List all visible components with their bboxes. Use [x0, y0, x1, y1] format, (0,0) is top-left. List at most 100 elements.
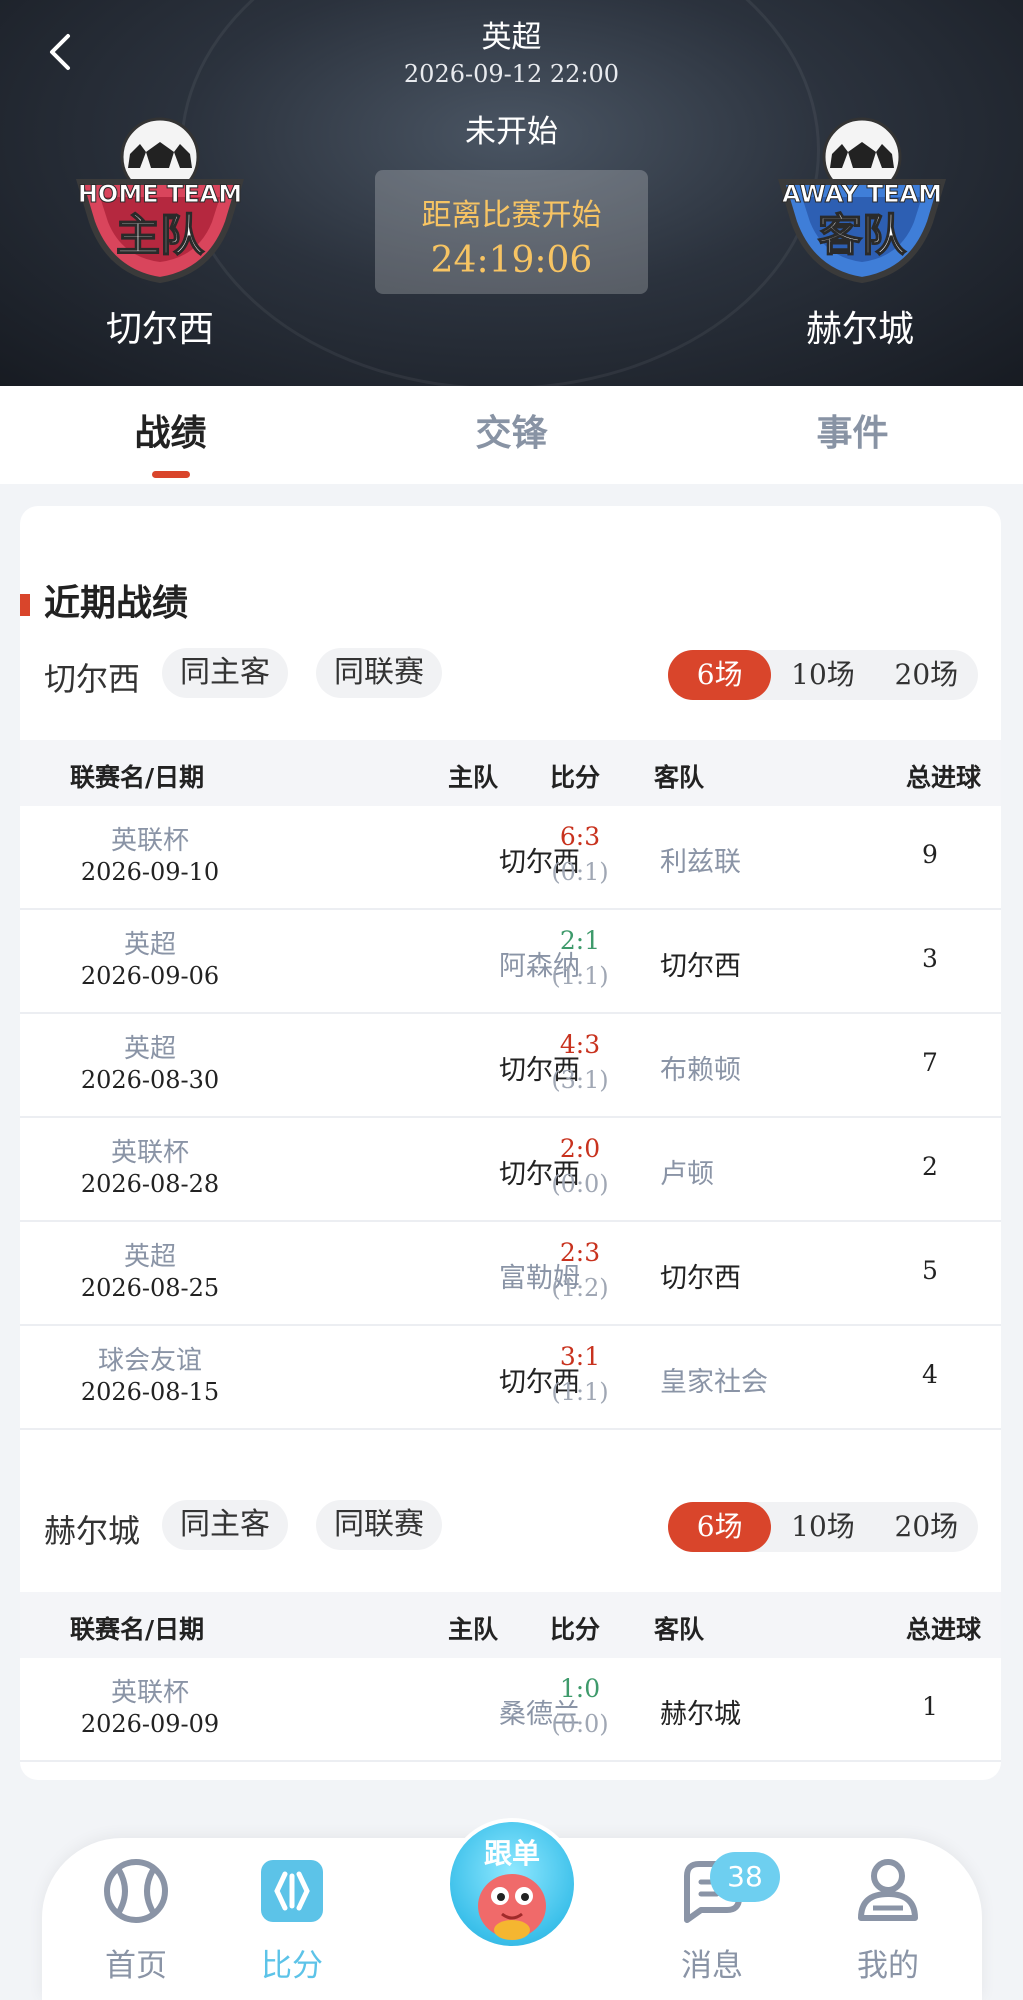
- row-halftime: (0:0): [551, 1170, 609, 1198]
- away-count-20[interactable]: 20场: [875, 1502, 978, 1552]
- col-total-goals: 总进球: [906, 763, 982, 792]
- row-league: 英联杯: [110, 1138, 189, 1168]
- row-score: 2:0: [559, 1134, 601, 1163]
- nav-score[interactable]: 比分: [222, 1856, 362, 1985]
- tab-head-to-head[interactable]: 交锋: [341, 386, 682, 484]
- row-league: 英联杯: [110, 1678, 189, 1708]
- table-row[interactable]: 英联杯 2026-09-10 切尔西 6:3 (0:1) 利兹联 9: [20, 806, 1001, 910]
- col-league-date: 联赛名/日期: [70, 1615, 205, 1644]
- row-away-team: 利兹联: [660, 847, 741, 878]
- away-count-10[interactable]: 10场: [771, 1502, 874, 1552]
- row-halftime: (0:0): [551, 1710, 609, 1738]
- away-filter-team: 赫尔城: [44, 1512, 141, 1550]
- row-score: 1:0: [559, 1674, 601, 1703]
- away-count-6[interactable]: 6场: [668, 1502, 772, 1552]
- row-score: 6:3: [559, 822, 601, 851]
- countdown-label: 距离比赛开始: [421, 198, 602, 233]
- home-count-10[interactable]: 10场: [771, 650, 874, 700]
- row-away-team: 赫尔城: [660, 1699, 741, 1730]
- row-halftime: (1:2): [551, 1274, 609, 1302]
- row-away-team: 切尔西: [660, 951, 741, 982]
- bottom-nav: 首页 比分 跟单 消息 38 我的: [42, 1818, 982, 2000]
- table-row[interactable]: 英联杯 2026-09-09 桑德兰 1:0 (0:0) 赫尔城 1: [20, 1658, 1001, 1762]
- row-league: 英超: [123, 1034, 176, 1064]
- tab-head-to-head-label: 交锋: [475, 413, 548, 454]
- row-halftime: (1:1): [551, 1378, 609, 1406]
- countdown-box: 距离比赛开始 24:19:06: [375, 170, 648, 294]
- row-date: 2026-09-10: [80, 858, 220, 886]
- score-icon: [261, 1860, 323, 1922]
- row-date: 2026-08-25: [80, 1274, 220, 1302]
- row-away-team: 切尔西: [660, 1263, 741, 1294]
- col-total-goals: 总进球: [906, 1615, 982, 1644]
- row-total-goals: 9: [922, 840, 938, 869]
- col-score: 比分: [550, 1615, 601, 1644]
- countdown-time: 24:19:06: [430, 240, 593, 281]
- home-same-league-filter[interactable]: 同联赛: [316, 648, 442, 698]
- home-team-name[interactable]: 切尔西: [40, 300, 280, 352]
- col-score: 比分: [550, 763, 601, 792]
- row-league: 英联杯: [110, 826, 189, 856]
- match-datetime: 2026-09-12 22:00: [403, 60, 620, 88]
- away-same-league-filter[interactable]: 同联赛: [316, 1500, 442, 1550]
- table-row[interactable]: 英超 2026-09-06 阿森纳 2:1 (1:1) 切尔西 3: [20, 910, 1001, 1014]
- away-logo-text: AWAY TEAM: [782, 180, 942, 208]
- home-filter-team: 切尔西: [44, 660, 141, 698]
- row-halftime: (3:1): [551, 1066, 609, 1094]
- detail-tabs: 战绩 交锋 事件: [0, 386, 1023, 484]
- nav-messages-label: 消息: [681, 1948, 743, 1984]
- home-same-venue-filter[interactable]: 同主客: [162, 648, 288, 698]
- table-row[interactable]: 英超 2026-08-25 富勒姆 2:3 (1:2) 切尔西 5: [20, 1222, 1001, 1326]
- home-logo-cn: 主队: [116, 210, 205, 261]
- nav-home[interactable]: 首页: [66, 1856, 206, 1985]
- away-team-name[interactable]: 赫尔城: [740, 300, 980, 352]
- row-date: 2026-09-06: [80, 962, 220, 990]
- row-score: 4:3: [559, 1030, 601, 1059]
- row-total-goals: 2: [922, 1152, 938, 1181]
- tab-record[interactable]: 战绩: [0, 386, 341, 484]
- home-count-20[interactable]: 20场: [875, 650, 978, 700]
- nav-mine[interactable]: 我的: [818, 1856, 958, 1985]
- row-date: 2026-08-30: [80, 1066, 220, 1094]
- row-total-goals: 3: [922, 944, 938, 973]
- tab-record-label: 战绩: [134, 413, 207, 454]
- nav-score-label: 比分: [261, 1948, 323, 1984]
- user-icon: [858, 1859, 918, 1921]
- away-logo-cn: 客队: [818, 210, 907, 261]
- row-total-goals: 4: [922, 1360, 938, 1389]
- col-home: 主队: [448, 763, 499, 792]
- row-total-goals: 7: [922, 1048, 938, 1077]
- row-halftime: (0:1): [551, 858, 609, 886]
- nav-mine-label: 我的: [857, 1948, 919, 1984]
- col-away: 客队: [654, 1615, 705, 1644]
- home-filter-row: 切尔西 同主客 同联赛 6场 10场 20场: [20, 648, 1001, 708]
- away-team-logo: AWAY TEAM 客队: [777, 117, 947, 284]
- home-count-selector: 6场 10场 20场: [668, 650, 978, 700]
- row-score: 2:3: [559, 1238, 601, 1267]
- section-title-bar: [20, 594, 30, 616]
- home-count-6[interactable]: 6场: [668, 650, 772, 700]
- section-title: 近期战绩: [20, 578, 188, 630]
- tab-events[interactable]: 事件: [682, 386, 1023, 484]
- match-header: 英超 2026-09-12 22:00 未开始 距离比赛开始 24:19:06 …: [0, 0, 1023, 386]
- row-league: 球会友谊: [97, 1346, 202, 1376]
- away-count-selector: 6场 10场 20场: [668, 1502, 978, 1552]
- home-table-header: 联赛名/日期 主队 比分 客队 总进球: [20, 740, 1001, 806]
- away-table-header: 联赛名/日期 主队 比分 客队 总进球: [20, 1592, 1001, 1658]
- row-away-team: 皇家社会: [660, 1367, 768, 1398]
- row-league: 英超: [123, 930, 176, 960]
- row-total-goals: 5: [922, 1256, 938, 1285]
- row-date: 2026-08-28: [80, 1170, 220, 1198]
- away-filter-row: 赫尔城 同主客 同联赛 6场 10场 20场: [20, 1500, 1001, 1560]
- row-date: 2026-09-09: [80, 1710, 220, 1738]
- row-away-team: 布赖顿: [660, 1055, 741, 1086]
- nav-follow-button[interactable]: 跟单: [446, 1818, 578, 1950]
- col-home: 主队: [448, 1615, 499, 1644]
- league-name: 英超: [481, 20, 542, 55]
- away-same-venue-filter[interactable]: 同主客: [162, 1500, 288, 1550]
- table-row[interactable]: 英超 2026-08-30 切尔西 4:3 (3:1) 布赖顿 7: [20, 1014, 1001, 1118]
- section-title-text: 近期战绩: [44, 583, 189, 624]
- table-row[interactable]: 球会友谊 2026-08-15 切尔西 3:1 (1:1) 皇家社会 4: [20, 1326, 1001, 1430]
- table-row[interactable]: 英联杯 2026-08-28 切尔西 2:0 (0:0) 卢顿 2: [20, 1118, 1001, 1222]
- tab-events-label: 事件: [816, 413, 889, 454]
